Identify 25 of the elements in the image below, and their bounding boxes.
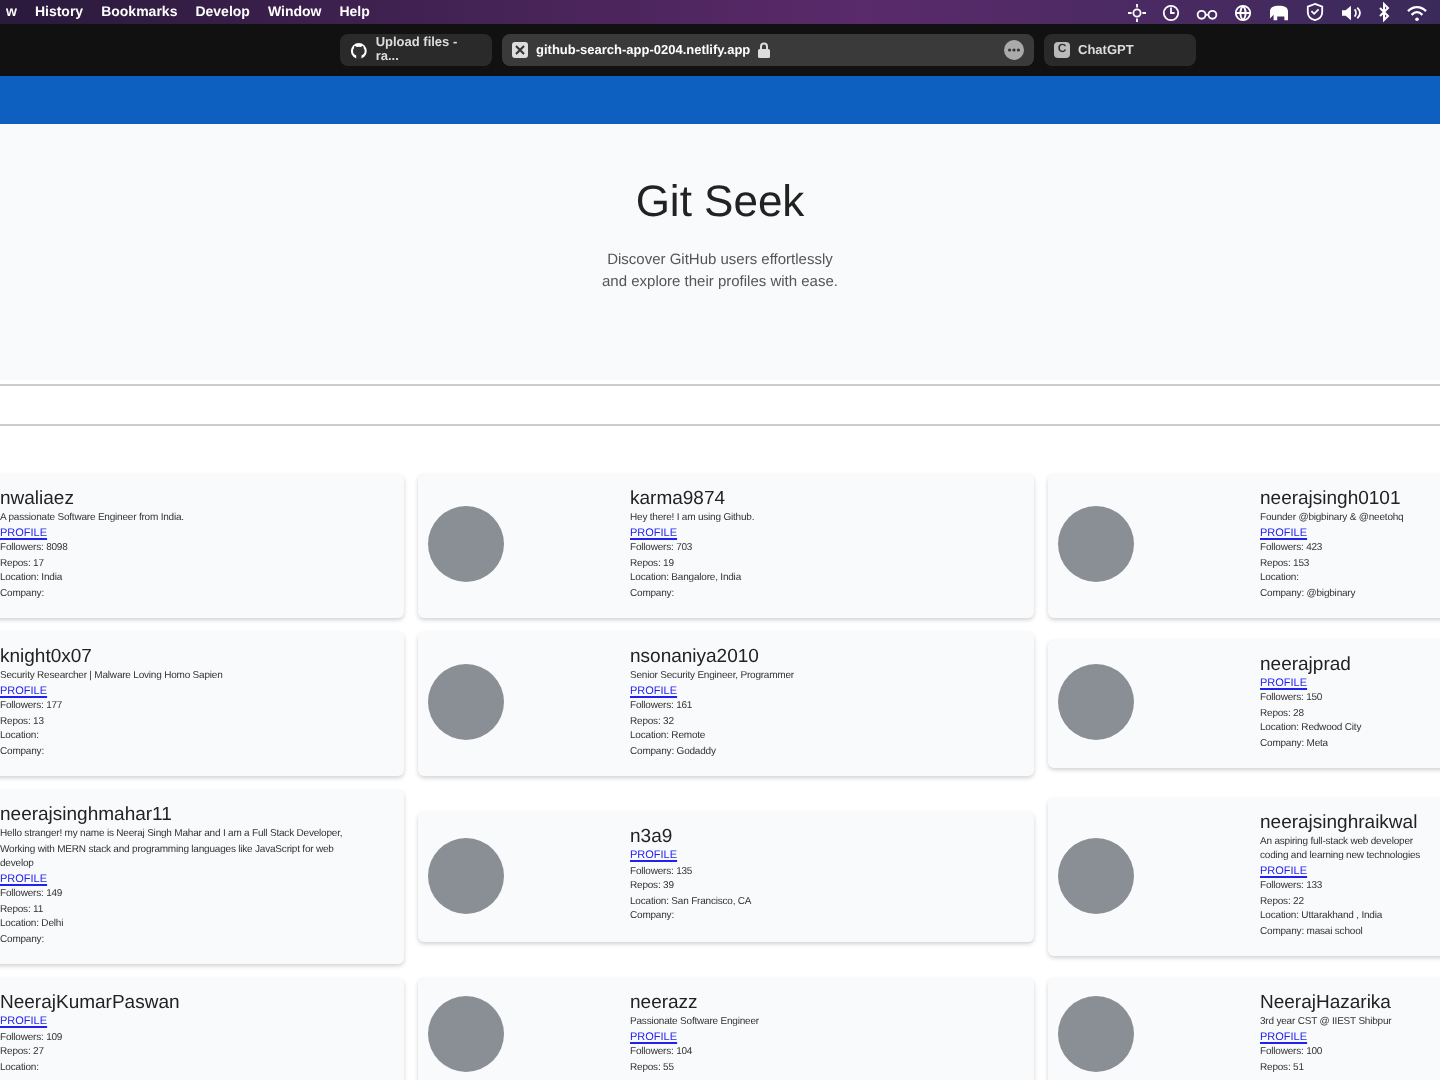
wifi-icon[interactable] [1406,3,1428,21]
username: neerajsinghraikwal [1260,809,1418,836]
site-title: Git Seek [635,176,805,228]
bluetooth-icon[interactable] [1378,2,1390,22]
elephant-icon[interactable] [1268,3,1290,21]
username: NeerajHazarika [1260,990,1391,1016]
username: neerajprad [1260,651,1351,678]
shield-icon[interactable] [1306,2,1324,22]
lock-icon [758,42,771,58]
github-icon [350,41,368,59]
username: knight0x07 [0,644,92,670]
username: neerajsingh0101 [1260,486,1401,512]
username: nsonaniya2010 [630,644,759,670]
username: nwaliaez [0,486,74,512]
username: NeerajKumarPaswan [0,990,180,1016]
globe-icon[interactable] [1234,3,1252,21]
site-icon [512,42,528,58]
sun-icon[interactable] [1128,3,1146,21]
more-icon[interactable] [1004,40,1024,60]
username: karma9874 [630,486,726,512]
clock-icon[interactable] [1162,3,1180,21]
username: neerazz [630,990,698,1016]
username: n3a9 [630,824,673,850]
speaker-icon[interactable] [1340,3,1362,21]
username: neerajsinghmahar11 [0,802,172,828]
